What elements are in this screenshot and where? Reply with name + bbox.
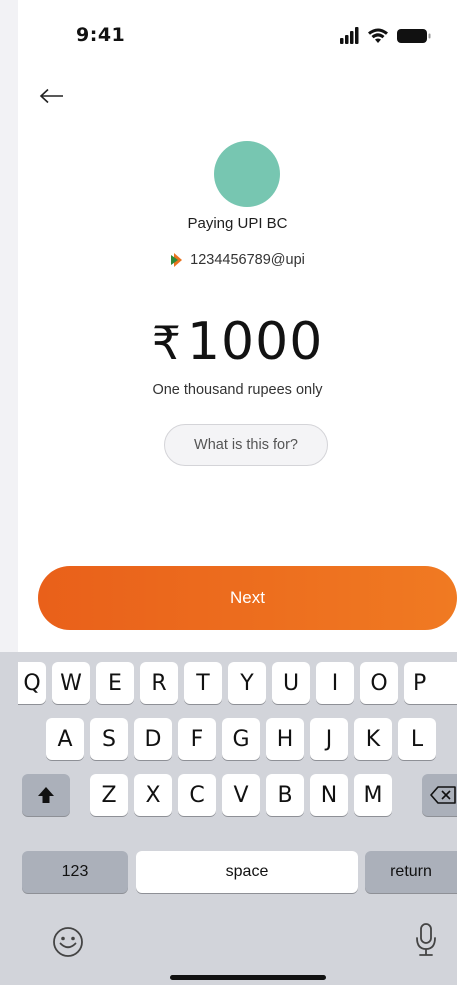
space-key[interactable]: space: [136, 851, 358, 893]
home-indicator: [170, 975, 326, 980]
key-m[interactable]: M: [354, 774, 392, 816]
keyboard-left-edge: [0, 652, 18, 985]
key-c[interactable]: C: [178, 774, 216, 816]
upi-id-row: 1234456789@upi: [18, 252, 457, 268]
return-key[interactable]: return: [365, 851, 457, 893]
key-b[interactable]: B: [266, 774, 304, 816]
status-time: 9:41: [76, 24, 126, 46]
key-e[interactable]: E: [96, 662, 134, 704]
key-i[interactable]: I: [316, 662, 354, 704]
amount-in-words: One thousand rupees only: [152, 382, 323, 398]
status-icons: [340, 27, 431, 44]
upi-id: 1234456789@upi: [190, 252, 305, 268]
dictation-button[interactable]: [414, 922, 438, 958]
key-x[interactable]: X: [134, 774, 172, 816]
amount-display[interactable]: ₹ 1000: [18, 312, 457, 372]
signal-icon: [340, 27, 359, 44]
key-q[interactable]: Q: [18, 662, 46, 704]
key-s[interactable]: S: [90, 718, 128, 760]
key-a[interactable]: A: [46, 718, 84, 760]
delete-key[interactable]: [422, 774, 457, 816]
back-button[interactable]: [36, 80, 68, 112]
key-k[interactable]: K: [354, 718, 392, 760]
upi-logo-icon: [171, 253, 183, 267]
key-t[interactable]: T: [184, 662, 222, 704]
app-screen: 9:41 Paying UPI BC 1234456789@upi ₹ 1000…: [18, 0, 457, 985]
payee-avatar: [214, 141, 280, 207]
battery-icon: [397, 29, 431, 43]
key-u[interactable]: U: [272, 662, 310, 704]
status-bar: 9:41: [18, 0, 457, 70]
emoji-button[interactable]: [52, 926, 84, 958]
key-g[interactable]: G: [222, 718, 260, 760]
wifi-icon: [368, 28, 388, 43]
key-z[interactable]: Z: [90, 774, 128, 816]
key-d[interactable]: D: [134, 718, 172, 760]
currency-symbol: ₹: [151, 316, 181, 370]
next-button[interactable]: Next: [38, 566, 457, 630]
shift-arrow-icon: [38, 787, 54, 803]
amount-value: 1000: [186, 312, 324, 372]
key-h[interactable]: H: [266, 718, 304, 760]
key-r[interactable]: R: [140, 662, 178, 704]
key-w[interactable]: W: [52, 662, 90, 704]
key-p[interactable]: P: [404, 662, 457, 704]
key-n[interactable]: N: [310, 774, 348, 816]
payee-name: Paying UPI BC: [187, 215, 288, 232]
keyboard: Q W E R T Y U I O P A S D F G H J K L Z …: [18, 652, 457, 985]
numbers-key[interactable]: 123: [22, 851, 128, 893]
shift-key[interactable]: [22, 774, 70, 816]
note-input[interactable]: What is this for?: [164, 424, 328, 466]
key-o[interactable]: O: [360, 662, 398, 704]
key-y[interactable]: Y: [228, 662, 266, 704]
back-arrow-icon: [39, 88, 63, 104]
microphone-icon: [416, 923, 436, 956]
key-v[interactable]: V: [222, 774, 260, 816]
key-l[interactable]: L: [398, 718, 436, 760]
backspace-icon: [430, 786, 456, 804]
key-j[interactable]: J: [310, 718, 348, 760]
emoji-icon: [53, 927, 83, 957]
key-f[interactable]: F: [178, 718, 216, 760]
